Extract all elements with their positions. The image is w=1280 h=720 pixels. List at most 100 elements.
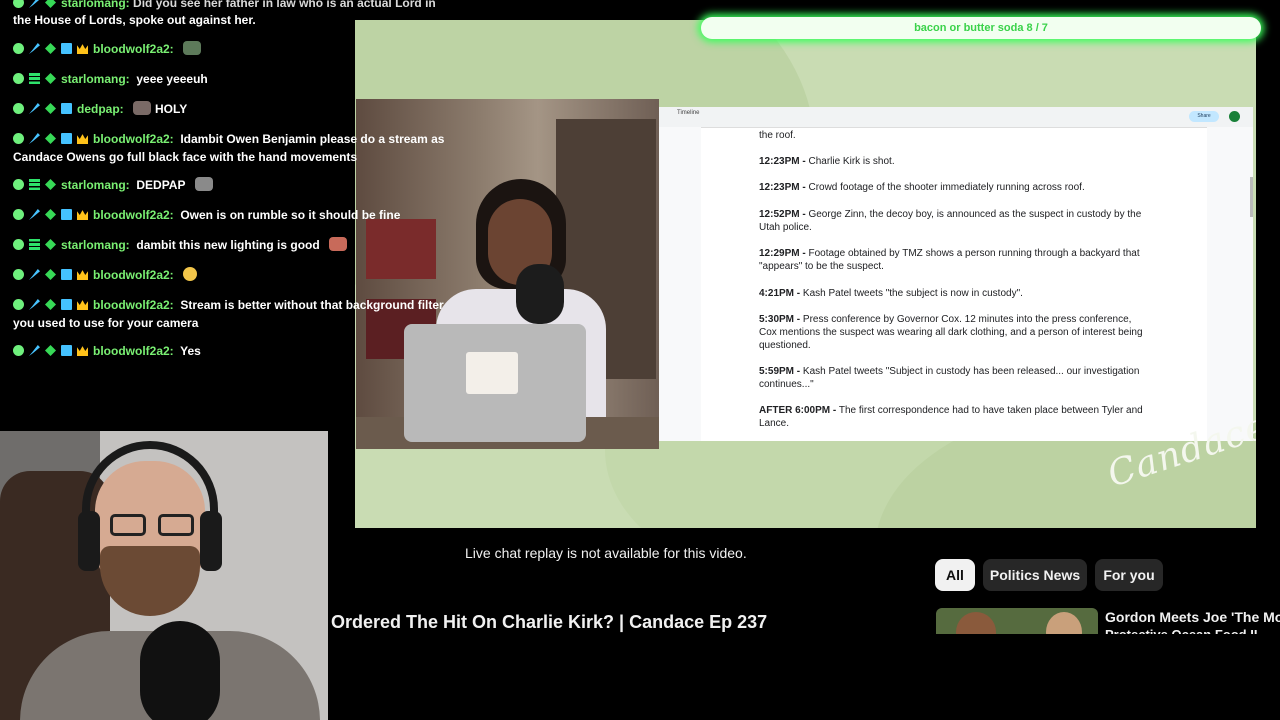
timeline-entry: 5:59PM - Kash Patel tweets "Subject in c…	[759, 366, 1140, 390]
diamond-icon	[45, 73, 56, 84]
chat-message: starlomang: dambit this new lighting is …	[13, 236, 453, 254]
chat-message: bloodwolf2a2: Idambit Owen Benjamin plea…	[13, 130, 453, 166]
avatar	[1229, 111, 1240, 122]
diamond-icon	[45, 133, 56, 144]
grid-badge-icon	[61, 43, 72, 54]
emote-icon	[133, 101, 152, 115]
chat-text: DEDPAP	[136, 178, 186, 192]
sword-icon	[29, 269, 40, 280]
grid-badge-icon	[61, 133, 72, 144]
related-video-thumbnail[interactable]	[936, 608, 1098, 634]
document-screenshot: Timeline Share the roof. 12:23PM - Charl…	[659, 107, 1253, 441]
chat-text: Idambit Owen Benjamin please do a stream…	[180, 132, 445, 146]
sword-icon	[29, 43, 40, 54]
chat-username: bloodwolf2a2:	[93, 344, 174, 358]
grid-badge-icon	[61, 103, 72, 114]
chat-text: Stream is better without that background…	[180, 298, 444, 312]
moderator-badge-icon	[13, 345, 24, 356]
diamond-icon	[45, 299, 56, 310]
moderator-badge-icon	[13, 269, 24, 280]
timeline-entry: AFTER 6:00PM - The first correspondence …	[759, 405, 1143, 429]
diamond-icon	[45, 0, 56, 8]
moderator-badge-icon	[13, 103, 24, 114]
chat-text: you used to use for your camera	[13, 316, 199, 330]
grid-badge-icon	[61, 299, 72, 310]
video-player[interactable]: Timeline Share the roof. 12:23PM - Charl…	[355, 20, 1256, 528]
chat-message: starlomang: DEDPAP	[13, 176, 453, 194]
sword-icon	[29, 209, 40, 220]
live-chat-replay-notice: Live chat replay is not available for th…	[465, 545, 747, 561]
chat-text: yeee yeeeuh	[136, 72, 208, 86]
chat-message-continued: the House of Lords, spoke out against he…	[13, 13, 256, 27]
filter-chip-for-you[interactable]: For you	[1095, 559, 1163, 591]
chat-username: starlomang:	[61, 72, 130, 86]
chat-message: bloodwolf2a2:	[13, 40, 453, 58]
equal-badge-icon	[29, 179, 40, 190]
doc-scrollbar	[1250, 177, 1253, 217]
chat-username: bloodwolf2a2:	[93, 298, 174, 312]
chat-username: starlomang:	[61, 238, 130, 252]
chat-text: HOLY	[155, 102, 188, 116]
diamond-icon	[45, 239, 56, 250]
microphone-icon	[516, 264, 564, 324]
chat-username: bloodwolf2a2:	[93, 208, 174, 222]
crown-icon	[77, 346, 88, 356]
chat-message: bloodwolf2a2:	[13, 266, 453, 284]
equal-badge-icon	[29, 239, 40, 250]
chat-username: bloodwolf2a2:	[93, 268, 174, 282]
crown-icon	[77, 44, 88, 54]
moderator-badge-icon	[13, 179, 24, 190]
related-video-title[interactable]: Gordon Meets Joe 'The Mos	[1105, 609, 1280, 625]
chat-text: Owen is on rumble so it should be fine	[180, 208, 401, 222]
grid-badge-icon	[61, 345, 72, 356]
chat-overlay: starlomang: Did you see her father in la…	[0, 0, 444, 430]
equal-badge-icon	[29, 73, 40, 84]
timeline-entry: 12:23PM - Charlie Kirk is shot.	[759, 156, 895, 167]
emote-icon	[183, 41, 202, 55]
crown-icon	[77, 134, 88, 144]
timeline-entry: 5:30PM - Press conference by Governor Co…	[759, 314, 1143, 351]
related-video-title-line2[interactable]: Protective Ocean Food II	[1105, 627, 1280, 634]
chat-message: starlomang: yeee yeeeuh	[13, 70, 453, 88]
timeline-entry: 12:52PM - George Zinn, the decoy boy, is…	[759, 209, 1142, 233]
docs-toolbar: Timeline Share	[659, 107, 1253, 128]
grid-badge-icon	[61, 269, 72, 280]
diamond-icon	[45, 345, 56, 356]
chat-text: Candace Owens go full black face with th…	[13, 150, 358, 164]
diamond-icon	[45, 179, 56, 190]
sword-icon	[29, 103, 40, 114]
diamond-icon	[45, 209, 56, 220]
moderator-badge-icon	[13, 239, 24, 250]
microphone-icon	[140, 621, 220, 720]
chat-text: Yes	[180, 344, 201, 358]
moderator-badge-icon	[13, 73, 24, 84]
sword-icon	[29, 0, 40, 8]
chat-message: bloodwolf2a2: Stream is better without t…	[13, 296, 453, 332]
poll-overlay-bar: bacon or butter soda 8 / 7	[701, 17, 1261, 39]
crown-icon	[77, 210, 88, 220]
timeline-entry: 12:23PM - Crowd footage of the shooter i…	[759, 182, 1085, 193]
chat-username: bloodwolf2a2:	[93, 132, 174, 146]
share-button: Share	[1189, 111, 1219, 122]
badge-icon	[13, 0, 24, 8]
streamer-webcam	[0, 431, 328, 720]
chat-username: starlomang:	[61, 178, 130, 192]
chat-message: bloodwolf2a2: Yes	[13, 342, 453, 360]
timeline-entry: 12:29PM - Footage obtained by TMZ shows …	[759, 248, 1140, 272]
emote-icon	[194, 177, 213, 191]
laptop-sticker	[466, 352, 518, 394]
emote-icon	[329, 237, 348, 251]
filter-chip-politics-news[interactable]: Politics News	[983, 559, 1087, 591]
doc-title: Timeline	[677, 110, 700, 116]
crown-icon	[77, 300, 88, 310]
chat-text: dambit this new lighting is good	[136, 238, 320, 252]
diamond-icon	[45, 103, 56, 114]
diamond-icon	[45, 43, 56, 54]
filter-chip-all[interactable]: All	[935, 559, 975, 591]
laughing-emoji-icon	[183, 267, 198, 281]
sword-icon	[29, 299, 40, 310]
video-title: Ordered The Hit On Charlie Kirk? | Canda…	[331, 612, 768, 632]
moderator-badge-icon	[13, 299, 24, 310]
doc-fragment: the roof.	[759, 130, 796, 141]
chat-username: bloodwolf2a2:	[93, 42, 174, 56]
